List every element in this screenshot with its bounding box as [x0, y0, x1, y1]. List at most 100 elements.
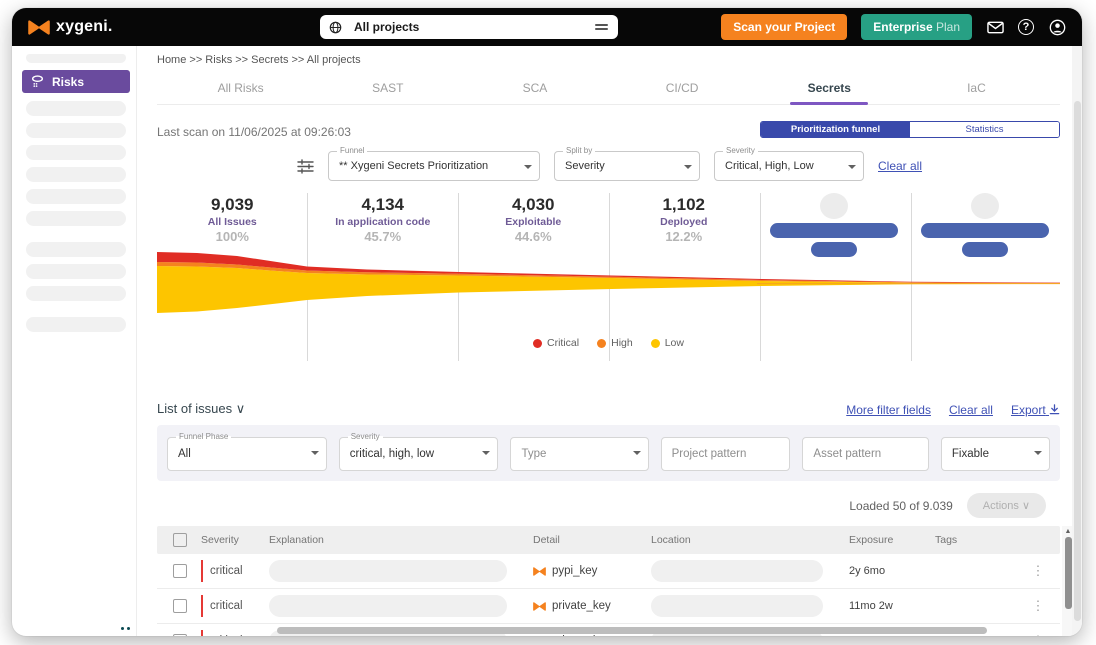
- row-menu-icon[interactable]: ⋮: [1030, 598, 1046, 614]
- asset-pattern-field[interactable]: [813, 448, 917, 460]
- sidebar-item-label: Risks: [52, 75, 84, 89]
- split-by-select[interactable]: Split by Severity: [554, 151, 700, 181]
- more-filter-fields-link[interactable]: More filter fields: [846, 403, 931, 417]
- xygeni-logo[interactable]: xygeni.: [28, 18, 113, 36]
- scan-project-button[interactable]: Scan your Project: [721, 14, 847, 40]
- chevron-down-icon: [482, 451, 490, 455]
- row-checkbox[interactable]: [173, 634, 187, 636]
- severity-bar: [201, 560, 203, 582]
- sidebar-item-placeholder[interactable]: [26, 242, 126, 257]
- tab-sast[interactable]: SAST: [314, 74, 461, 104]
- legend-item-critical[interactable]: Critical: [533, 337, 579, 349]
- sidebar-item-placeholder[interactable]: [26, 101, 126, 116]
- account-icon[interactable]: [1048, 18, 1066, 36]
- scrollbar-thumb[interactable]: [1065, 537, 1072, 609]
- toggle-statistics[interactable]: Statistics: [910, 122, 1059, 137]
- row-menu-icon[interactable]: ⋮: [1030, 563, 1046, 579]
- type-filter[interactable]: Type: [510, 437, 648, 471]
- exposure-cell: 2y 6mo: [849, 565, 935, 577]
- chevron-down-icon: [848, 165, 856, 169]
- project-menu-icon[interactable]: [595, 24, 608, 30]
- mail-icon[interactable]: [986, 18, 1004, 36]
- sidebar-item-placeholder[interactable]: [26, 189, 126, 204]
- project-pattern-field[interactable]: [672, 448, 780, 460]
- asset-pattern-input[interactable]: [802, 437, 928, 471]
- list-of-issues-title[interactable]: List of issues ∨: [157, 401, 245, 417]
- sidebar-item-placeholder[interactable]: [26, 145, 126, 160]
- redacted-bar: [770, 223, 898, 238]
- export-link[interactable]: Export: [1011, 403, 1060, 417]
- severity-cell: critical: [201, 560, 261, 582]
- row-checkbox[interactable]: [173, 599, 187, 613]
- explanation-redacted: [269, 560, 507, 582]
- filter-value: Fixable: [952, 448, 989, 460]
- clear-all-filters-link[interactable]: Clear all: [949, 403, 993, 417]
- help-icon[interactable]: ?: [1018, 19, 1034, 35]
- horizontal-scrollbar[interactable]: [277, 627, 987, 634]
- sidebar-item-placeholder[interactable]: [26, 54, 126, 63]
- window-scrollbar[interactable]: [1072, 46, 1082, 636]
- chevron-down-icon: [1034, 451, 1042, 455]
- stage-percent: 12.2%: [609, 229, 760, 244]
- severity-label: critical: [210, 600, 243, 612]
- sidebar-item-placeholder[interactable]: [26, 211, 126, 226]
- tab-iac[interactable]: IaC: [903, 74, 1050, 104]
- export-label: Export: [1011, 403, 1046, 417]
- col-tags: Tags: [935, 534, 1030, 546]
- row-menu-icon[interactable]: ⋮: [1030, 633, 1046, 636]
- tab-cicd[interactable]: CI/CD: [609, 74, 756, 104]
- sidebar-item-placeholder[interactable]: [26, 286, 126, 301]
- severity-cell: critical: [201, 595, 261, 617]
- project-pattern-input[interactable]: [661, 437, 791, 471]
- sidebar-resize-handle[interactable]: [121, 627, 130, 630]
- list-of-issues-label: List of issues: [157, 401, 232, 416]
- tab-secrets[interactable]: Secrets: [756, 74, 903, 104]
- toggle-prioritization-funnel[interactable]: Prioritization funnel: [761, 122, 910, 137]
- stage-label: All Issues: [157, 216, 308, 228]
- col-exposure: Exposure: [849, 534, 935, 546]
- enterprise-plan-button[interactable]: Enterprise Plan: [861, 14, 972, 40]
- severity-select[interactable]: Severity Critical, High, Low: [714, 151, 864, 181]
- severity-select-label: Severity: [723, 146, 758, 155]
- filter-placeholder: Type: [521, 448, 546, 460]
- fixable-filter[interactable]: Fixable: [941, 437, 1050, 471]
- severity-bar: [201, 595, 203, 617]
- exposure-cell: 3y 2mo: [849, 635, 935, 636]
- tab-all-risks[interactable]: All Risks: [167, 74, 314, 104]
- sidebar-item-placeholder[interactable]: [26, 167, 126, 182]
- tune-filters-icon[interactable]: [297, 159, 314, 174]
- stage-count: 9,039: [157, 195, 308, 215]
- funnel-phase-filter[interactable]: Funnel Phase All: [167, 437, 327, 471]
- tab-sca[interactable]: SCA: [461, 74, 608, 104]
- col-location: Location: [651, 534, 849, 546]
- legend-label: Low: [665, 337, 684, 349]
- redacted-circle: [820, 193, 848, 219]
- view-toggle: Prioritization funnel Statistics: [760, 121, 1060, 138]
- stage-count: 4,134: [308, 195, 459, 215]
- project-selector[interactable]: All projects: [320, 15, 618, 39]
- select-all-checkbox[interactable]: [173, 533, 187, 547]
- legend-item-low[interactable]: Low: [651, 337, 684, 349]
- sidebar-item-placeholder[interactable]: [26, 317, 126, 332]
- row-checkbox[interactable]: [173, 564, 187, 578]
- high-dot-icon: [597, 339, 606, 348]
- chevron-down-icon: [684, 165, 692, 169]
- chevron-down-icon: [311, 451, 319, 455]
- top-bar: xygeni. All projects Scan your Project E…: [12, 8, 1082, 46]
- legend-item-high[interactable]: High: [597, 337, 633, 349]
- sidebar-item-placeholder[interactable]: [26, 264, 126, 279]
- breadcrumb: Home >> Risks >> Secrets >> All projects: [157, 54, 1060, 66]
- table-row[interactable]: critical private_key 11mo 2w ⋮: [157, 589, 1060, 624]
- table-row[interactable]: critical pypi_key 2y 6mo ⋮: [157, 554, 1060, 589]
- sidebar-item-placeholder[interactable]: [26, 123, 126, 138]
- filter-label: Funnel Phase: [176, 432, 231, 441]
- actions-button[interactable]: Actions ∨: [967, 493, 1046, 518]
- severity-filter[interactable]: Severity critical, high, low: [339, 437, 499, 471]
- filter-value: critical, high, low: [350, 448, 434, 460]
- scroll-up-icon[interactable]: ▲: [1065, 528, 1072, 535]
- severity-label: critical: [210, 635, 243, 636]
- clear-all-funnel-link[interactable]: Clear all: [878, 159, 922, 173]
- window-scrollbar-thumb[interactable]: [1074, 101, 1081, 621]
- funnel-select[interactable]: Funnel ** Xygeni Secrets Prioritization: [328, 151, 540, 181]
- sidebar-item-risks[interactable]: Risks: [22, 70, 130, 93]
